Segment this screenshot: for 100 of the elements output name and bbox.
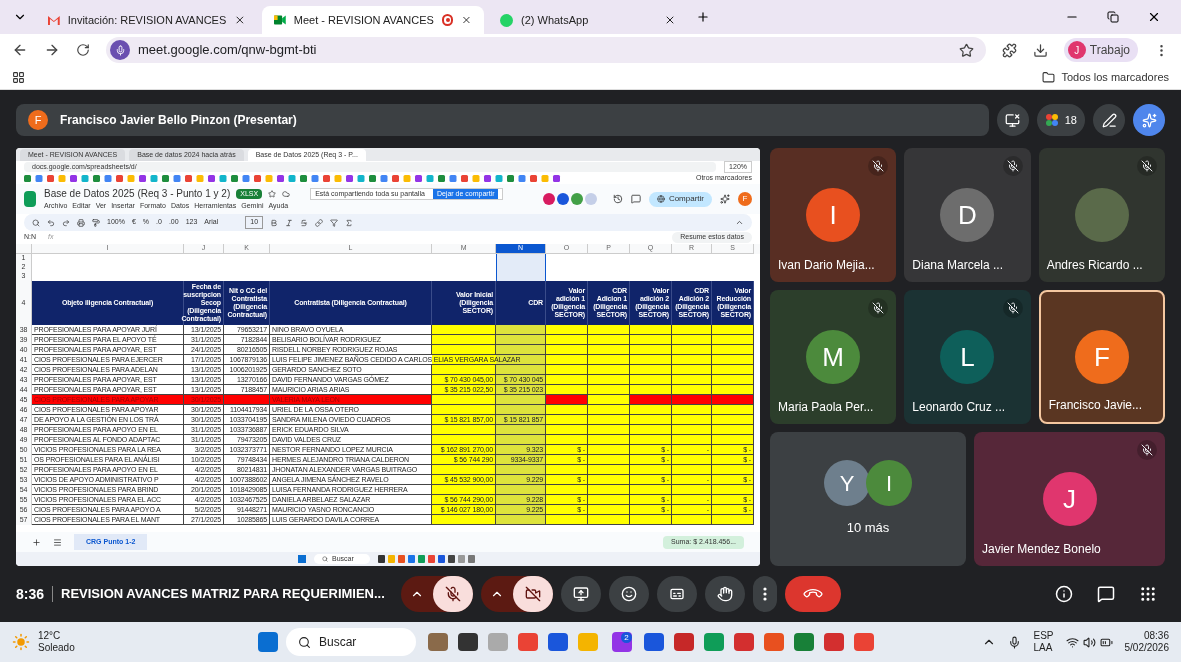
table-cell (712, 325, 754, 335)
camera-toggle[interactable] (513, 576, 554, 612)
apps-icon[interactable] (1139, 585, 1157, 603)
language-code[interactable]: ESP (1033, 630, 1054, 642)
leave-call-button[interactable] (785, 576, 842, 612)
muted-icon (872, 160, 885, 172)
forward-icon[interactable] (44, 42, 60, 58)
redo-icon[interactable] (62, 218, 70, 227)
close-window-icon[interactable] (1147, 10, 1161, 24)
tab-title: Invitación: REVISION AVANCES (67, 12, 227, 28)
table-cell (630, 325, 672, 335)
selected-column-cell[interactable] (496, 254, 546, 263)
undo-icon[interactable] (47, 218, 55, 227)
link-icon[interactable] (315, 218, 324, 227)
more-icon (763, 587, 768, 601)
extensions-icon[interactable] (1001, 42, 1017, 58)
table-cell (712, 355, 754, 365)
table-cell (496, 405, 546, 415)
chat-icon[interactable] (1097, 585, 1115, 603)
reactions-button[interactable] (609, 576, 650, 612)
close-icon[interactable] (234, 14, 246, 26)
table-cell (546, 335, 588, 345)
print-icon[interactable] (77, 218, 85, 227)
history-icon[interactable] (612, 194, 623, 204)
search-icon[interactable] (32, 218, 40, 227)
gemini-icon[interactable] (720, 194, 730, 204)
more-options-button[interactable] (753, 576, 778, 612)
volume-icon[interactable] (1082, 635, 1096, 649)
italic-icon[interactable] (285, 218, 294, 227)
captions-button[interactable] (657, 576, 698, 612)
share-button[interactable]: Compartir (648, 191, 712, 207)
tab-title: (2) WhatsApp (521, 12, 590, 28)
gemini-button[interactable] (1133, 104, 1165, 136)
clock-time: 08:36 (1143, 630, 1169, 642)
keyboard-layout[interactable]: LAA (1033, 642, 1054, 654)
table-cell (588, 425, 630, 435)
apps-icon[interactable] (12, 71, 25, 84)
table-cell (672, 405, 712, 415)
bookmark-star-icon[interactable] (958, 42, 974, 58)
table-cell (630, 435, 672, 445)
profile-button[interactable]: J Trabajo (1063, 38, 1138, 62)
muted-icon (1006, 302, 1019, 314)
filter-icon[interactable] (330, 218, 339, 227)
wifi-icon[interactable] (1065, 635, 1079, 649)
notification-badge: 2 (621, 632, 632, 643)
browser-tab[interactable]: Meet - REVISION AVANCES (262, 6, 484, 34)
pen-button[interactable] (1093, 104, 1125, 136)
present-button[interactable] (561, 576, 602, 612)
close-icon[interactable] (664, 14, 676, 26)
hand-icon (717, 586, 734, 602)
download-icon[interactable] (1032, 42, 1048, 58)
table-cell (672, 395, 712, 405)
browser-tab[interactable]: (2) WhatsApp (488, 6, 688, 34)
address-bar[interactable]: meet.google.com/qnw-bgmt-bti (106, 37, 986, 63)
add-sheet-icon[interactable] (32, 537, 41, 547)
raise-hand-button[interactable] (705, 576, 746, 612)
presenter-avatar: F (28, 110, 48, 130)
table-cell (630, 405, 672, 415)
table-cell (630, 425, 672, 435)
comment-icon[interactable] (630, 194, 641, 204)
browser-tab[interactable]: Invitación: REVISION AVANCES (36, 6, 258, 34)
start-icon[interactable] (258, 632, 278, 652)
table-cell (712, 435, 754, 445)
table-cell (496, 485, 546, 495)
more-participants-tile[interactable]: Y I 10 más (770, 432, 966, 566)
collapse-icon[interactable] (735, 218, 744, 227)
table-cell (546, 465, 588, 475)
bold-icon[interactable] (270, 218, 279, 227)
table-cell (546, 485, 588, 495)
muted-icon (1141, 160, 1153, 172)
sum-icon[interactable] (345, 218, 354, 227)
microphone-icon (110, 40, 130, 60)
reload-icon[interactable] (76, 43, 90, 57)
folder-icon[interactable] (1042, 71, 1056, 84)
table-cell (712, 365, 754, 375)
document-title[interactable]: Base de Datos 2025 (Req 3 - Punto 1 y 2) (44, 186, 231, 202)
profile-label: Trabajo (1089, 42, 1130, 59)
new-tab-icon[interactable] (696, 10, 710, 24)
taskbar-search-field[interactable]: Buscar (286, 628, 416, 656)
restore-icon[interactable] (1107, 11, 1119, 23)
table-cell (712, 465, 754, 475)
strikethrough-icon[interactable] (300, 218, 309, 227)
table-cell (496, 365, 546, 375)
back-icon[interactable] (12, 42, 28, 58)
sheet-list-icon[interactable] (53, 537, 62, 547)
paint-format-icon[interactable] (92, 218, 100, 227)
info-icon[interactable] (1055, 585, 1073, 603)
bookmarks-folder[interactable]: Todos los marcadores (1061, 69, 1169, 86)
table-cell (630, 485, 672, 495)
microphone-toggle[interactable] (433, 576, 474, 612)
microphone-icon[interactable] (1008, 635, 1022, 649)
start-icon[interactable] (298, 555, 306, 563)
app-icon[interactable]: 2 (612, 632, 632, 652)
table-cell (588, 365, 630, 375)
table-cell (672, 455, 712, 465)
participant-avatar: I (806, 188, 861, 242)
selected-column-cell[interactable] (496, 272, 546, 281)
participants-button[interactable]: 18 (1036, 104, 1085, 136)
star-icon[interactable] (268, 189, 277, 198)
hide-presentation-button[interactable] (996, 104, 1029, 136)
